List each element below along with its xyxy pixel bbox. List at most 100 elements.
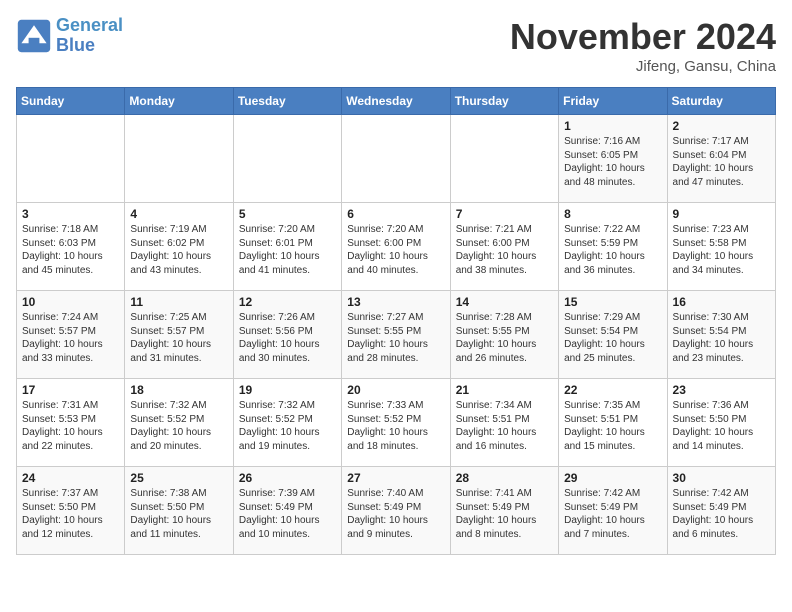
day-info: Sunrise: 7:34 AM Sunset: 5:51 PM Dayligh… — [456, 399, 553, 453]
day-info: Sunrise: 7:20 AM Sunset: 6:00 PM Dayligh… — [347, 223, 444, 277]
day-number: 18 — [130, 383, 227, 397]
day-info: Sunrise: 7:24 AM Sunset: 5:57 PM Dayligh… — [22, 311, 119, 365]
day-number: 16 — [673, 295, 770, 309]
day-number: 23 — [673, 383, 770, 397]
calendar-cell: 9 Sunrise: 7:23 AM Sunset: 5:58 PM Daylig… — [667, 203, 775, 291]
day-info: Sunrise: 7:31 AM Sunset: 5:53 PM Dayligh… — [22, 399, 119, 453]
calendar-cell — [233, 115, 341, 203]
calendar-cell: 3 Sunrise: 7:18 AM Sunset: 6:03 PM Daylig… — [17, 203, 125, 291]
calendar-cell — [17, 115, 125, 203]
calendar-cell: 25 Sunrise: 7:38 AM Sunset: 5:50 PM Dayli… — [125, 467, 233, 555]
calendar-cell: 18Sunrise: 7:32 AM Sunset: 5:52 PM Dayli… — [125, 379, 233, 467]
calendar-cell: 20 Sunrise: 7:33 AM Sunset: 5:52 PM Dayli… — [342, 379, 450, 467]
day-info: Sunrise: 7:19 AM Sunset: 6:02 PM Dayligh… — [130, 223, 227, 277]
day-number: 3 — [22, 207, 119, 221]
weekday-header: Monday — [125, 88, 233, 115]
title-block: November 2024 Jifeng, Gansu, China — [510, 16, 776, 75]
day-number: 8 — [564, 207, 661, 221]
day-info: Sunrise: 7:41 AM Sunset: 5:49 PM Dayligh… — [456, 487, 553, 541]
logo-line2: Blue — [56, 35, 95, 55]
calendar-cell: 15Sunrise: 7:29 AM Sunset: 5:54 PM Dayli… — [559, 291, 667, 379]
page-header: General Blue November 2024 Jifeng, Gansu… — [16, 16, 776, 75]
day-number: 19 — [239, 383, 336, 397]
calendar-cell: 14 Sunrise: 7:28 AM Sunset: 5:55 PM Dayli… — [450, 291, 558, 379]
day-info: Sunrise: 7:16 AM Sunset: 6:05 PM Dayligh… — [564, 135, 661, 189]
day-number: 30 — [673, 471, 770, 485]
weekday-header: Friday — [559, 88, 667, 115]
day-info: Sunrise: 7:23 AM Sunset: 5:58 PM Dayligh… — [673, 223, 770, 277]
day-number: 17 — [22, 383, 119, 397]
calendar-cell: 19 Sunrise: 7:32 AM Sunset: 5:52 PM Dayli… — [233, 379, 341, 467]
day-number: 25 — [130, 471, 227, 485]
day-info: Sunrise: 7:27 AM Sunset: 5:55 PM Dayligh… — [347, 311, 444, 365]
weekday-header: Tuesday — [233, 88, 341, 115]
day-number: 20 — [347, 383, 444, 397]
day-info: Sunrise: 7:17 AM Sunset: 6:04 PM Dayligh… — [673, 135, 770, 189]
calendar-cell: 30 Sunrise: 7:42 AM Sunset: 5:49 PM Dayli… — [667, 467, 775, 555]
day-info: Sunrise: 7:40 AM Sunset: 5:49 PM Dayligh… — [347, 487, 444, 541]
day-number: 1 — [564, 119, 661, 133]
calendar-cell: 26 Sunrise: 7:39 AM Sunset: 5:49 PM Dayli… — [233, 467, 341, 555]
calendar-cell: 29 Sunrise: 7:42 AM Sunset: 5:49 PM Dayli… — [559, 467, 667, 555]
calendar-header: SundayMondayTuesdayWednesdayThursdayFrid… — [17, 88, 776, 115]
weekday-header: Saturday — [667, 88, 775, 115]
day-number: 5 — [239, 207, 336, 221]
day-info: Sunrise: 7:36 AM Sunset: 5:50 PM Dayligh… — [673, 399, 770, 453]
calendar-cell: 17 Sunrise: 7:31 AM Sunset: 5:53 PM Dayli… — [17, 379, 125, 467]
day-number: 22 — [564, 383, 661, 397]
day-info: Sunrise: 7:39 AM Sunset: 5:49 PM Dayligh… — [239, 487, 336, 541]
day-info: Sunrise: 7:33 AM Sunset: 5:52 PM Dayligh… — [347, 399, 444, 453]
calendar-cell: 11Sunrise: 7:25 AM Sunset: 5:57 PM Dayli… — [125, 291, 233, 379]
day-number: 27 — [347, 471, 444, 485]
calendar-cell: 28 Sunrise: 7:41 AM Sunset: 5:49 PM Dayli… — [450, 467, 558, 555]
day-number: 11 — [130, 295, 227, 309]
day-info: Sunrise: 7:22 AM Sunset: 5:59 PM Dayligh… — [564, 223, 661, 277]
calendar: SundayMondayTuesdayWednesdayThursdayFrid… — [16, 87, 776, 555]
day-number: 2 — [673, 119, 770, 133]
day-number: 6 — [347, 207, 444, 221]
weekday-header: Sunday — [17, 88, 125, 115]
day-number: 7 — [456, 207, 553, 221]
weekday-header: Wednesday — [342, 88, 450, 115]
day-info: Sunrise: 7:30 AM Sunset: 5:54 PM Dayligh… — [673, 311, 770, 365]
day-info: Sunrise: 7:37 AM Sunset: 5:50 PM Dayligh… — [22, 487, 119, 541]
day-info: Sunrise: 7:20 AM Sunset: 6:01 PM Dayligh… — [239, 223, 336, 277]
day-number: 10 — [22, 295, 119, 309]
weekday-header: Thursday — [450, 88, 558, 115]
day-number: 13 — [347, 295, 444, 309]
calendar-cell: 16 Sunrise: 7:30 AM Sunset: 5:54 PM Dayli… — [667, 291, 775, 379]
calendar-cell — [450, 115, 558, 203]
day-info: Sunrise: 7:38 AM Sunset: 5:50 PM Dayligh… — [130, 487, 227, 541]
day-info: Sunrise: 7:28 AM Sunset: 5:55 PM Dayligh… — [456, 311, 553, 365]
location: Jifeng, Gansu, China — [510, 58, 776, 75]
day-number: 12 — [239, 295, 336, 309]
calendar-cell — [342, 115, 450, 203]
day-number: 29 — [564, 471, 661, 485]
calendar-cell: 7 Sunrise: 7:21 AM Sunset: 6:00 PM Daylig… — [450, 203, 558, 291]
day-info: Sunrise: 7:21 AM Sunset: 6:00 PM Dayligh… — [456, 223, 553, 277]
calendar-week: 1 Sunrise: 7:16 AM Sunset: 6:05 PM Daylig… — [17, 115, 776, 203]
day-number: 14 — [456, 295, 553, 309]
day-number: 9 — [673, 207, 770, 221]
day-info: Sunrise: 7:42 AM Sunset: 5:49 PM Dayligh… — [673, 487, 770, 541]
day-info: Sunrise: 7:42 AM Sunset: 5:49 PM Dayligh… — [564, 487, 661, 541]
day-number: 28 — [456, 471, 553, 485]
logo-text: General Blue — [56, 16, 123, 56]
day-info: Sunrise: 7:18 AM Sunset: 6:03 PM Dayligh… — [22, 223, 119, 277]
calendar-cell: 12 Sunrise: 7:26 AM Sunset: 5:56 PM Dayli… — [233, 291, 341, 379]
day-number: 26 — [239, 471, 336, 485]
day-info: Sunrise: 7:32 AM Sunset: 5:52 PM Dayligh… — [239, 399, 336, 453]
calendar-cell: 22 Sunrise: 7:35 AM Sunset: 5:51 PM Dayli… — [559, 379, 667, 467]
calendar-cell: 6 Sunrise: 7:20 AM Sunset: 6:00 PM Daylig… — [342, 203, 450, 291]
day-info: Sunrise: 7:35 AM Sunset: 5:51 PM Dayligh… — [564, 399, 661, 453]
day-info: Sunrise: 7:26 AM Sunset: 5:56 PM Dayligh… — [239, 311, 336, 365]
logo-line1: General — [56, 15, 123, 35]
month-title: November 2024 — [510, 16, 776, 58]
calendar-cell: 2 Sunrise: 7:17 AM Sunset: 6:04 PM Daylig… — [667, 115, 775, 203]
day-number: 24 — [22, 471, 119, 485]
calendar-cell: 13 Sunrise: 7:27 AM Sunset: 5:55 PM Dayli… — [342, 291, 450, 379]
calendar-week: 24 Sunrise: 7:37 AM Sunset: 5:50 PM Dayli… — [17, 467, 776, 555]
day-info: Sunrise: 7:29 AM Sunset: 5:54 PM Dayligh… — [564, 311, 661, 365]
calendar-cell — [125, 115, 233, 203]
logo-icon — [16, 18, 52, 54]
